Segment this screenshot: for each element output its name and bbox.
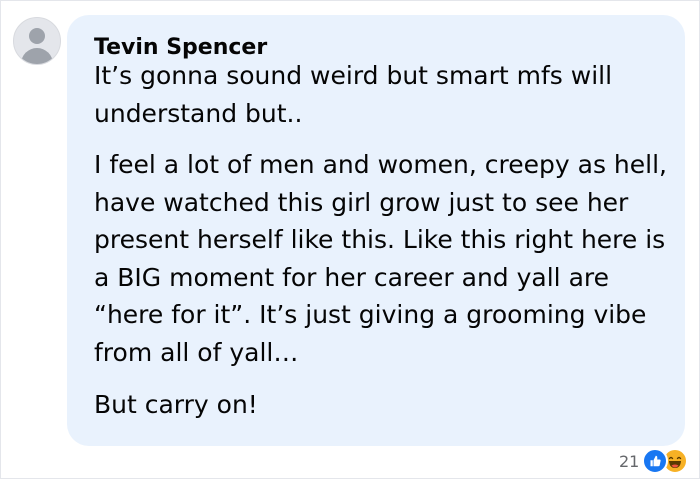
- comment-paragraph-3: But carry on!: [94, 390, 258, 419]
- comment-paragraph-1: It’s gonna sound weird but smart mfs wil…: [94, 61, 613, 128]
- comment-bubble: Tevin Spencer It’s gonna sound weird but…: [67, 15, 685, 446]
- reaction-summary[interactable]: 21: [619, 448, 689, 474]
- reaction-count: 21: [619, 451, 640, 471]
- comment-card: Tevin Spencer It’s gonna sound weird but…: [0, 0, 700, 479]
- thumbs-up-glyph: [650, 455, 662, 467]
- comment-paragraph-2: I feel a lot of men and women, creepy as…: [94, 150, 667, 367]
- avatar-body-shape: [21, 48, 53, 64]
- avatar[interactable]: [13, 17, 61, 65]
- avatar-head-shape: [29, 28, 45, 44]
